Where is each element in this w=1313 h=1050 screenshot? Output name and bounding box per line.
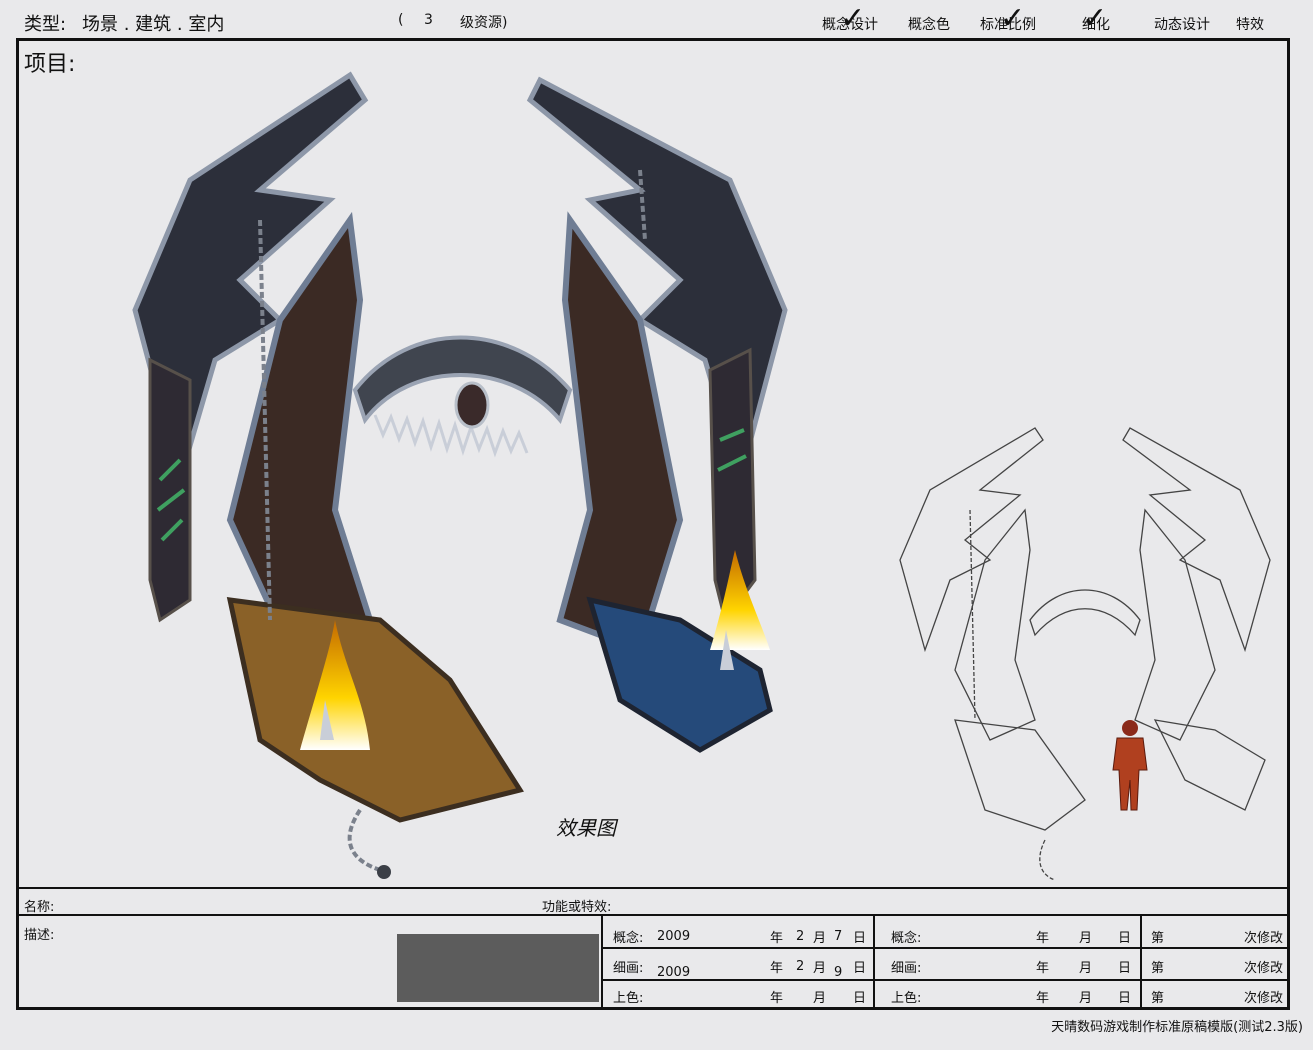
level-open: (	[398, 12, 404, 28]
color-label-2: 上色:	[891, 991, 922, 1006]
date-col-divider-1	[873, 914, 875, 1010]
skull-emblem	[454, 381, 490, 429]
color-year-char-2: 年	[1036, 991, 1050, 1006]
lineart-chain	[969, 509, 976, 721]
revision-2-suffix: 次修改	[1244, 961, 1284, 976]
color-year-char: 年	[770, 991, 784, 1006]
form-top-line	[16, 887, 1290, 889]
color-month-char: 月	[813, 991, 827, 1006]
name-label: 名称:	[24, 900, 55, 915]
revision-2-prefix: 第	[1151, 961, 1165, 976]
scale-character-figure	[1112, 720, 1148, 811]
detail-year-char: 年	[770, 961, 784, 976]
project-label: 项目:	[24, 52, 76, 77]
concept-day: 7	[834, 929, 843, 944]
color-label: 上色:	[613, 991, 644, 1006]
date-col-divider-2	[1140, 914, 1142, 1010]
type-label: 类型:	[24, 14, 67, 35]
stage-effects: 特效	[1236, 17, 1264, 33]
redacted-block	[397, 934, 599, 1002]
revision-1-prefix: 第	[1151, 931, 1165, 946]
detail-day-char-2: 日	[1118, 961, 1132, 976]
chain-ball	[377, 865, 391, 879]
arch-teeth	[373, 412, 529, 458]
concept-year-char: 年	[770, 931, 784, 946]
lineart-right-pillar	[1134, 508, 1216, 741]
date-row-line-2	[601, 979, 1290, 981]
concept-year: 2009	[657, 929, 691, 944]
concept-month-char: 月	[813, 931, 827, 946]
description-label: 描述:	[24, 928, 55, 943]
stage-concept-color: 概念色	[908, 17, 950, 33]
lineart-left-foot	[954, 719, 1086, 831]
check-refinement-icon: ✓	[1082, 1, 1108, 36]
type-value: 场景 . 建筑 . 室内	[82, 14, 225, 35]
desc-divider	[601, 914, 603, 1010]
gate-lineart	[899, 427, 1271, 881]
lineart-left-pillar	[954, 508, 1036, 741]
concept-year-char-2: 年	[1036, 931, 1050, 946]
name-row-bottom-line	[16, 914, 1290, 916]
left-pillar	[226, 211, 374, 654]
footer-template-note: 天晴数码游戏制作标准原稿模版(测试2.3版)	[1051, 1020, 1303, 1035]
date-row-line-1	[601, 947, 1290, 949]
lineart-right-foot	[1153, 719, 1266, 811]
revision-3-prefix: 第	[1151, 991, 1165, 1006]
function-label: 功能或特效:	[542, 900, 612, 915]
concept-day-char-2: 日	[1118, 931, 1132, 946]
lineart-arch	[1029, 589, 1141, 637]
detail-day-char: 日	[853, 961, 867, 976]
detail-month-char: 月	[813, 961, 827, 976]
detail-label-2: 细画:	[891, 961, 922, 976]
gate-concept-art	[132, 71, 788, 879]
detail-year: 2009	[657, 965, 691, 980]
concept-day-char: 日	[853, 931, 867, 946]
level-text: 级资源)	[460, 15, 508, 31]
concept-month-char-2: 月	[1079, 931, 1093, 946]
concept-label-2: 概念:	[891, 931, 922, 946]
color-day-char: 日	[853, 991, 867, 1006]
lineart-hanging-chain	[1039, 839, 1056, 881]
check-concept-design-icon: ✓	[840, 1, 866, 36]
revision-1-suffix: 次修改	[1244, 931, 1284, 946]
detail-label: 细画:	[613, 961, 644, 976]
detail-month-char-2: 月	[1079, 961, 1093, 976]
left-foot	[226, 597, 524, 823]
detail-day: 9	[834, 965, 843, 980]
check-standard-scale-icon: ✓	[1000, 1, 1026, 36]
revision-3-suffix: 次修改	[1244, 991, 1284, 1006]
level-number: 3	[424, 12, 433, 28]
effect-image-stamp: 效果图	[556, 816, 616, 840]
hanging-chain	[347, 808, 381, 872]
detail-year-char-2: 年	[1036, 961, 1050, 976]
concept-month: 2	[796, 929, 805, 944]
detail-month: 2	[796, 959, 805, 974]
right-pillar	[556, 211, 684, 654]
concept-label: 概念:	[613, 931, 644, 946]
lineart-right-wing	[1122, 427, 1271, 653]
color-month-char-2: 月	[1079, 991, 1093, 1006]
stage-motion-design: 动态设计	[1154, 17, 1210, 33]
color-day-char-2: 日	[1118, 991, 1132, 1006]
